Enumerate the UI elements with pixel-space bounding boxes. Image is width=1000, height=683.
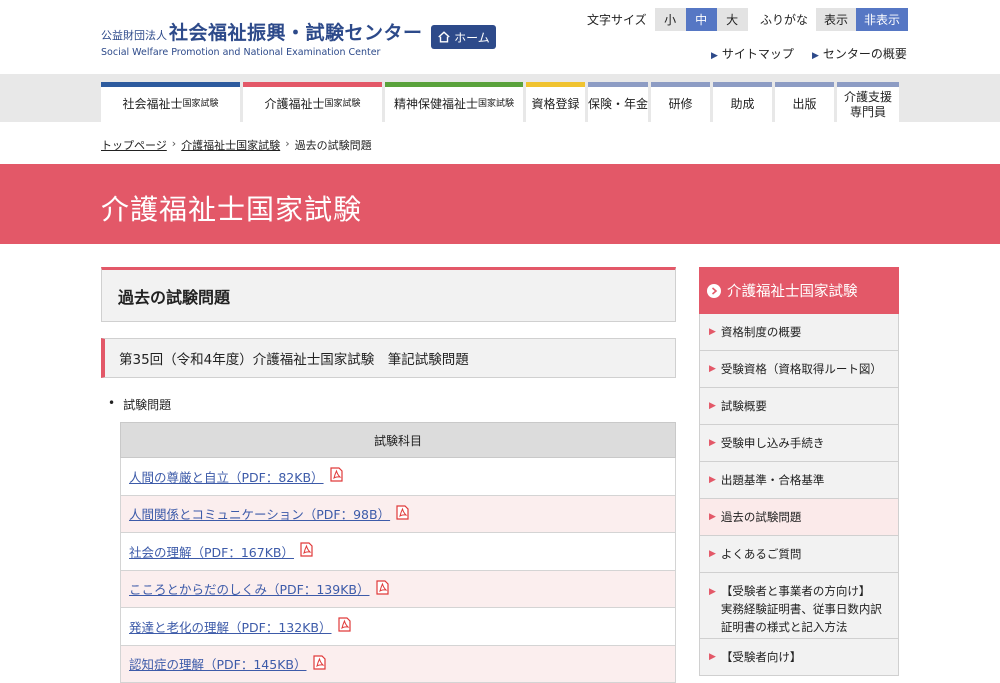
triangle-right-icon: ▶ (709, 327, 716, 337)
chevron-right-icon: › (172, 137, 176, 153)
sidebar-item-criteria[interactable]: ▶出題基準・合格基準 (699, 462, 899, 499)
bullet-heading: • 試験問題 (108, 396, 171, 413)
font-size-label: 文字サイズ (587, 11, 647, 28)
nav-item-insurance[interactable]: 保険・年金 (588, 82, 648, 122)
table-row: こころとからだのしくみ（PDF：139KB） (120, 571, 676, 609)
pdf-link[interactable]: 人間の尊厳と自立（PDF：82KB） (129, 467, 324, 486)
pdf-icon (396, 505, 409, 523)
org-name-en: Social Welfare Promotion and National Ex… (101, 47, 423, 58)
pdf-icon (300, 542, 313, 560)
pdf-link[interactable]: 発達と老化の理解（PDF：132KB） (129, 617, 332, 636)
triangle-right-icon: ▶ (711, 51, 718, 61)
font-size-medium-button[interactable]: 中 (686, 8, 717, 31)
sidebar: 介護福祉士国家試験 ▶資格制度の概要 ▶受験資格（資格取得ルート図） ▶試験概要… (699, 267, 899, 676)
sidebar-item-exam-overview[interactable]: ▶試験概要 (699, 388, 899, 425)
table-row: 人間の尊厳と自立（PDF：82KB） (120, 458, 676, 496)
pdf-icon (338, 617, 351, 635)
sidebar-item-past-exams[interactable]: ▶過去の試験問題 (699, 499, 899, 536)
furigana-control: ふりがな 表示 非表示 (760, 8, 908, 31)
breadcrumb-home-link[interactable]: トップページ (101, 137, 167, 153)
breadcrumb-current: 過去の試験問題 (295, 137, 372, 153)
page-hero: 介護福祉士国家試験 (0, 164, 1000, 244)
sidebar-item-system-overview[interactable]: ▶資格制度の概要 (699, 314, 899, 351)
font-size-small-button[interactable]: 小 (655, 8, 686, 31)
table-row: 発達と老化の理解（PDF：132KB） (120, 608, 676, 646)
triangle-right-icon: ▶ (709, 652, 716, 662)
home-icon (437, 30, 451, 44)
site-header: 公益財団法人 社会福祉振興・試験センター Social Welfare Prom… (0, 0, 1000, 74)
pdf-link[interactable]: こころとからだのしくみ（PDF：139KB） (129, 579, 370, 598)
triangle-right-icon: ▶ (709, 586, 716, 600)
furigana-show-button[interactable]: 表示 (816, 8, 856, 31)
nav-item-care-manager[interactable]: 介護支援専門員 (837, 82, 899, 122)
breadcrumb: トップページ › 介護福祉士国家試験 › 過去の試験問題 (101, 137, 372, 153)
home-button[interactable]: ホーム (431, 25, 496, 49)
top-links: ▶サイトマップ ▶センターの概要 (711, 45, 907, 62)
org-name: 社会福祉振興・試験センター (169, 18, 423, 45)
pdf-icon (330, 467, 343, 485)
chevron-right-icon: › (285, 137, 289, 153)
triangle-right-icon: ▶ (709, 364, 716, 374)
pdf-icon (313, 655, 326, 673)
sidebar-item-work-certificate[interactable]: ▶ 【受験者と事業者の方向け】 実務経験証明書、従事日数内訳証明書の様式と記入方… (699, 573, 899, 639)
bullet-icon: • (108, 396, 115, 413)
global-nav: 社会福祉士国家試験 介護福祉士国家試験 精神保健福祉士国家試験 資格登録 保険・… (0, 74, 1000, 122)
exam-subjects-table: 試験科目 人間の尊厳と自立（PDF：82KB） 人間関係とコミュニケーション（P… (120, 422, 676, 683)
home-label: ホーム (454, 29, 490, 46)
triangle-right-icon: ▶ (709, 512, 716, 522)
triangle-right-icon: ▶ (709, 438, 716, 448)
font-size-control: 文字サイズ 小 中 大 (587, 8, 748, 31)
sitemap-link[interactable]: ▶サイトマップ (711, 45, 794, 62)
section-title: 過去の試験問題 (101, 267, 676, 322)
table-row: 社会の理解（PDF：167KB） (120, 533, 676, 571)
table-row: 認知症の理解（PDF：145KB） (120, 646, 676, 683)
pdf-icon (376, 580, 389, 598)
nav-item-grants[interactable]: 助成 (713, 82, 772, 122)
nav-item-publishing[interactable]: 出版 (775, 82, 834, 122)
table-row: 人間関係とコミュニケーション（PDF：98B） (120, 496, 676, 534)
breadcrumb-care-exam-link[interactable]: 介護福祉士国家試験 (181, 137, 280, 153)
furigana-label: ふりがな (760, 11, 808, 28)
sidebar-title[interactable]: 介護福祉士国家試験 (699, 267, 899, 314)
font-size-large-button[interactable]: 大 (717, 8, 748, 31)
page-title: 介護福祉士国家試験 (101, 188, 362, 228)
nav-item-registration[interactable]: 資格登録 (526, 82, 585, 122)
table-header: 試験科目 (120, 422, 676, 458)
site-logo[interactable]: 公益財団法人 社会福祉振興・試験センター Social Welfare Prom… (101, 18, 423, 58)
about-center-link[interactable]: ▶センターの概要 (812, 45, 907, 62)
nav-item-social-worker[interactable]: 社会福祉士国家試験 (101, 82, 240, 122)
sidebar-item-application[interactable]: ▶受験申し込み手続き (699, 425, 899, 462)
pdf-link[interactable]: 認知症の理解（PDF：145KB） (129, 654, 307, 673)
exam-subtitle: 第35回（令和4年度）介護福祉士国家試験 筆記試験問題 (101, 338, 676, 378)
triangle-right-icon: ▶ (709, 549, 716, 559)
triangle-right-icon: ▶ (709, 401, 716, 411)
sidebar-item-faq[interactable]: ▶よくあるご質問 (699, 536, 899, 573)
nav-item-mental-health[interactable]: 精神保健福祉士国家試験 (385, 82, 523, 122)
furigana-hide-button[interactable]: 非表示 (856, 8, 908, 31)
circle-chevron-right-icon (707, 284, 721, 298)
nav-item-care-worker[interactable]: 介護福祉士国家試験 (243, 82, 382, 122)
nav-item-training[interactable]: 研修 (651, 82, 710, 122)
triangle-right-icon: ▶ (709, 475, 716, 485)
org-prefix: 公益財団法人 (101, 27, 167, 43)
sidebar-item-for-examinees[interactable]: ▶【受験者向け】 (699, 639, 899, 676)
sidebar-item-eligibility[interactable]: ▶受験資格（資格取得ルート図） (699, 351, 899, 388)
pdf-link[interactable]: 社会の理解（PDF：167KB） (129, 542, 294, 561)
triangle-right-icon: ▶ (812, 51, 819, 61)
pdf-link[interactable]: 人間関係とコミュニケーション（PDF：98B） (129, 504, 390, 523)
